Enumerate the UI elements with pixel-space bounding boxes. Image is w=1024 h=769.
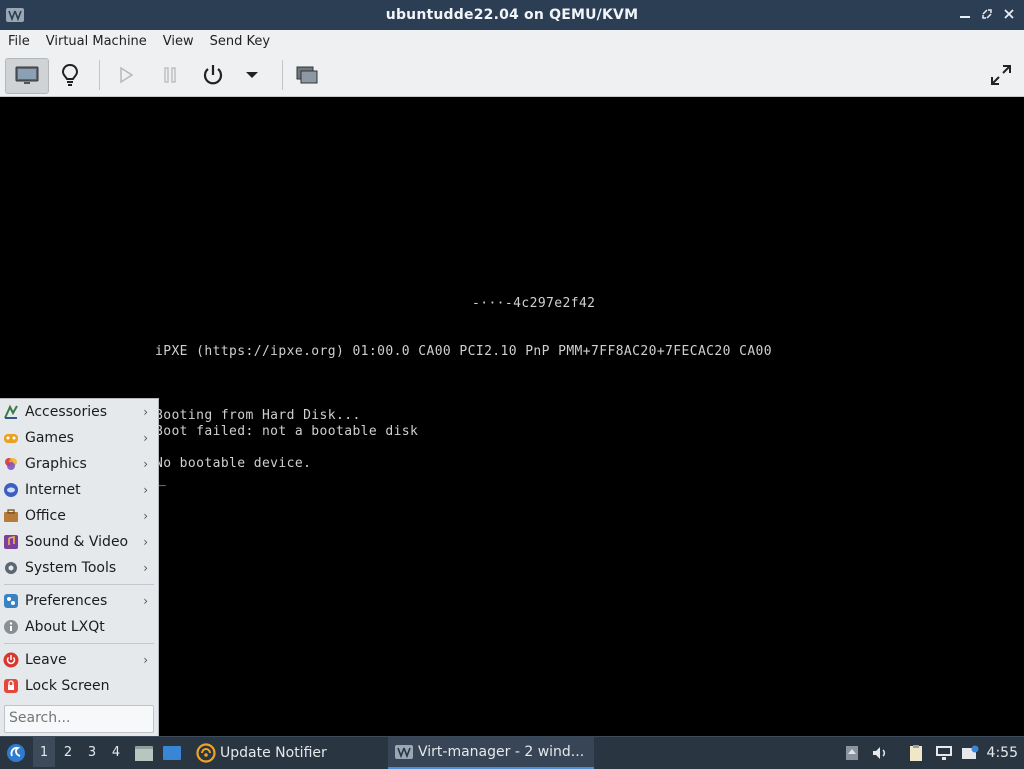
menu-view[interactable]: View xyxy=(155,30,202,54)
details-view-button[interactable] xyxy=(49,58,91,92)
menu-virtual-machine[interactable]: Virtual Machine xyxy=(38,30,155,54)
menu-item-leave[interactable]: Leave › xyxy=(0,647,158,673)
menu-item-system-tools[interactable]: System Tools › xyxy=(0,555,158,581)
chevron-right-icon: › xyxy=(143,535,148,549)
fullscreen-button[interactable] xyxy=(980,58,1022,92)
task-label: Virt-manager - 2 wind... xyxy=(418,744,585,760)
start-menu-button[interactable] xyxy=(4,737,28,769)
menu-item-sound-video[interactable]: Sound & Video › xyxy=(0,529,158,555)
menu-item-office[interactable]: Office › xyxy=(0,503,158,529)
task-update-notifier[interactable]: Update Notifier xyxy=(190,737,386,769)
console-view-button[interactable] xyxy=(5,58,49,94)
desktop-4[interactable]: 4 xyxy=(105,737,127,767)
start-menu: Accessories › Games › Graphics › Interne… xyxy=(0,398,159,737)
chevron-down-icon xyxy=(246,72,258,78)
fullscreen-icon xyxy=(991,65,1011,85)
power-icon xyxy=(203,65,223,85)
menu-search-input[interactable] xyxy=(5,706,149,730)
games-icon xyxy=(4,434,18,443)
about-icon xyxy=(4,620,18,634)
volume-icon[interactable] xyxy=(870,743,890,763)
clock[interactable]: 4:55 xyxy=(987,737,1018,769)
chevron-right-icon: › xyxy=(143,431,148,445)
office-icon xyxy=(4,509,18,522)
monitor-icon xyxy=(15,66,39,84)
show-desktop-button[interactable] xyxy=(161,737,183,769)
update-notifier-icon xyxy=(196,743,216,763)
notification-icon[interactable] xyxy=(960,743,980,763)
desktop-2[interactable]: 2 xyxy=(57,737,79,767)
console-line-no-device: No bootable device. xyxy=(155,456,312,471)
folder-icon xyxy=(135,746,153,761)
preferences-icon xyxy=(4,594,18,608)
menu-separator xyxy=(4,584,154,585)
network-icon[interactable] xyxy=(934,743,954,763)
lxqt-logo-icon xyxy=(7,744,25,762)
menu-send-key[interactable]: Send Key xyxy=(202,30,278,54)
menu-item-preferences[interactable]: Preferences › xyxy=(0,588,158,614)
close-icon[interactable] xyxy=(1002,6,1016,22)
menu-item-games[interactable]: Games › xyxy=(0,425,158,451)
menu-item-about-lxqt[interactable]: About LXQt xyxy=(0,614,158,640)
menu-item-lock-screen[interactable]: Lock Screen xyxy=(0,673,158,699)
tray-eject-icon[interactable] xyxy=(842,743,862,763)
lock-icon xyxy=(4,679,18,693)
console-line-booting: Booting from Hard Disk... xyxy=(155,408,361,423)
pause-icon xyxy=(164,67,176,83)
maximize-icon[interactable] xyxy=(980,6,994,22)
shutdown-menu-button[interactable] xyxy=(232,58,272,92)
console-line-ipxe: iPXE (https://ipxe.org) 01:00.0 CA00 PCI… xyxy=(155,344,772,359)
window-title: ubuntudde22.04 on QEMU/KVM xyxy=(385,7,639,23)
desktop-1[interactable]: 1 xyxy=(33,737,55,767)
sound-video-icon xyxy=(4,535,18,549)
lightbulb-icon xyxy=(61,63,79,86)
taskbar: 1 2 3 4 Update Notifier Virt-manager - 2… xyxy=(0,736,1024,769)
chevron-right-icon: › xyxy=(143,405,148,419)
menu-separator xyxy=(4,643,154,644)
leave-icon xyxy=(3,652,19,668)
task-virt-manager[interactable]: Virt-manager - 2 wind... xyxy=(388,737,594,769)
clipboard-icon[interactable] xyxy=(906,743,926,763)
window-titlebar[interactable]: ubuntudde22.04 on QEMU/KVM xyxy=(0,0,1024,30)
console-cursor: _ xyxy=(158,472,167,487)
menu-item-accessories[interactable]: Accessories › xyxy=(0,399,158,425)
desktop-3[interactable]: 3 xyxy=(81,737,103,767)
graphics-icon xyxy=(5,458,17,470)
play-icon xyxy=(120,66,134,84)
snapshot-icon xyxy=(296,66,318,84)
chevron-right-icon: › xyxy=(143,457,148,471)
menu-item-graphics[interactable]: Graphics › xyxy=(0,451,158,477)
chevron-right-icon: › xyxy=(143,594,148,608)
menu-search-box[interactable] xyxy=(4,705,154,733)
minimize-icon[interactable] xyxy=(958,6,972,22)
chevron-right-icon: › xyxy=(143,483,148,497)
toolbar xyxy=(0,54,1024,97)
system-tools-icon xyxy=(5,562,17,574)
chevron-right-icon: › xyxy=(143,561,148,575)
virt-manager-icon xyxy=(395,745,413,759)
menu-file[interactable]: File xyxy=(0,30,38,54)
run-button[interactable] xyxy=(105,58,147,92)
snapshots-button[interactable] xyxy=(286,58,328,92)
console-line-boot-failed: Boot failed: not a bootable disk xyxy=(155,424,419,439)
file-manager-launcher[interactable] xyxy=(133,737,155,769)
chevron-right-icon: › xyxy=(143,653,148,667)
accessories-icon xyxy=(4,404,18,419)
internet-icon xyxy=(4,483,18,497)
shutdown-button[interactable] xyxy=(192,58,234,92)
desktop-icon xyxy=(163,746,181,760)
chevron-right-icon: › xyxy=(143,509,148,523)
menu-item-internet[interactable]: Internet › xyxy=(0,477,158,503)
pause-button[interactable] xyxy=(149,58,191,92)
menubar: File Virtual Machine View Send Key xyxy=(0,30,1024,55)
task-label: Update Notifier xyxy=(220,745,327,761)
console-line-uuid: -···-4c297e2f42 xyxy=(472,296,596,311)
